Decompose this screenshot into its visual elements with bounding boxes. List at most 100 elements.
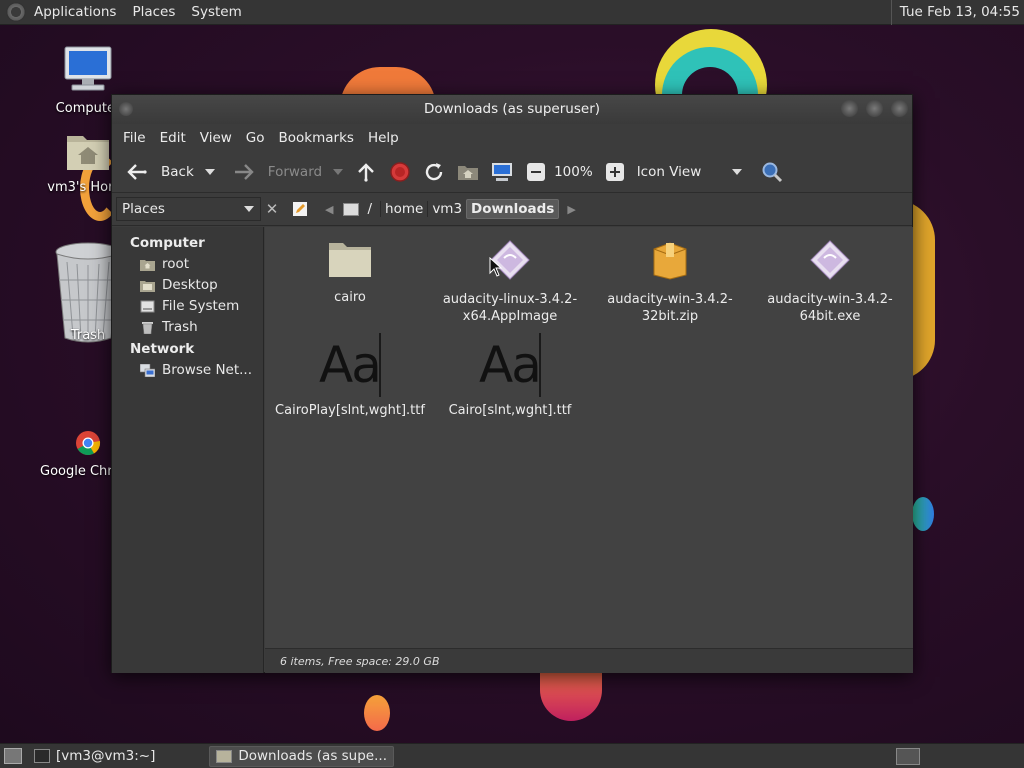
file-icon-view[interactable]: cairo audacity-linux-3.4.2-x64.AppImage … [265,227,913,648]
view-mode-label: Icon View [636,164,702,180]
file-name: cairo [334,290,366,305]
home-folder-icon [67,136,109,170]
up-button[interactable] [349,157,383,187]
sidebar-item-browse-network[interactable]: Browse Net... [112,360,263,381]
sidebar-item-root[interactable]: root [112,254,263,275]
breadcrumb-left-arrow[interactable]: ◀ [325,203,333,216]
home-button[interactable] [451,157,485,187]
forward-button[interactable]: Forward [227,157,327,187]
file-manager-window: Downloads (as superuser) File Edit View … [111,94,913,673]
home-folder-icon [458,166,479,180]
chrome-icon [76,431,101,456]
minimize-button[interactable] [841,100,858,117]
back-button[interactable]: Back [120,157,199,187]
menubar: File Edit View Go Bookmarks Help [112,124,912,152]
menu-view[interactable]: View [193,130,239,146]
maximize-button[interactable] [866,100,883,117]
forward-history-dropdown[interactable] [333,169,344,175]
clock[interactable]: Tue Feb 13, 04:55 [890,0,1020,25]
breadcrumb-vm3[interactable]: vm3 [427,201,466,217]
menu-edit[interactable]: Edit [153,130,193,146]
file-item-font[interactable]: Aa Cairo[slnt,wght].ttf [435,333,585,419]
search-icon [762,162,782,183]
show-desktop-icon[interactable] [4,748,22,764]
file-name: audacity-linux-3.4.2-x64.AppImage [442,292,578,324]
zoom-out-icon [527,163,546,181]
decor-shape [912,497,934,531]
zoom-in-icon [605,163,624,181]
zoom-level: 100% [554,164,593,180]
menu-applications[interactable]: Applications [26,0,124,25]
computer-icon [492,163,513,181]
computer-button[interactable] [485,157,519,187]
chevron-down-icon [731,169,742,175]
network-icon [140,363,155,377]
menu-places[interactable]: Places [124,0,183,25]
folder-icon [216,749,233,763]
computer-icon [64,46,112,91]
reload-button[interactable] [417,157,451,187]
sidebar-item-label: Desktop [162,277,218,293]
file-name: CairoPlay[slnt,wght].ttf [275,403,425,418]
menu-help[interactable]: Help [361,130,406,146]
edit-location-icon[interactable] [289,198,311,220]
taskbar-item-terminal[interactable]: [vm3@vm3:~] [28,746,161,767]
sidebar-item-label: Trash [162,319,198,335]
sidebar-mode-combo[interactable]: Places [116,197,261,221]
back-history-dropdown[interactable] [204,169,215,175]
mouse-cursor-icon [489,257,503,277]
zoom-in-button[interactable] [598,157,632,187]
sidebar-section-computer: Computer [130,235,205,251]
breadcrumb-downloads[interactable]: Downloads [466,199,560,219]
breadcrumb-home[interactable]: home [380,201,427,217]
sidebar-item-trash[interactable]: Trash [112,317,263,338]
up-arrow-icon [358,163,374,182]
file-name: audacity-win-3.4.2-32bit.zip [607,292,733,324]
sidebar-item-label: File System [162,298,240,314]
file-item-exe[interactable]: audacity-win-3.4.2-64bit.exe [755,239,905,325]
file-item-appimage[interactable]: audacity-linux-3.4.2-x64.AppImage [435,239,585,325]
taskbar-item-label: [vm3@vm3:~] [56,748,156,764]
toolbar: Back Forward 100% Icon View [112,152,912,193]
forward-label: Forward [267,164,323,180]
back-label: Back [161,164,194,180]
forward-arrow-icon [234,164,254,180]
sidebar-item-filesystem[interactable]: File System [112,296,263,317]
file-name: Cairo[slnt,wght].ttf [448,403,572,418]
taskbar-item-file-manager[interactable]: Downloads (as supe... [209,745,394,767]
decor-shape [364,695,390,731]
home-icon [140,259,155,271]
font-preview-icon: Aa [479,333,542,397]
file-name: audacity-win-3.4.2-64bit.exe [767,292,893,324]
sidebar-item-desktop[interactable]: Desktop [112,275,263,296]
file-item-zip[interactable]: audacity-win-3.4.2-32bit.zip [595,239,745,325]
font-preview-icon: Aa [319,333,382,397]
search-button[interactable] [755,157,789,187]
menu-file[interactable]: File [116,130,153,146]
reload-icon [425,163,443,181]
menu-system[interactable]: System [183,0,249,25]
package-icon [653,242,687,280]
decor-shape [540,673,602,721]
back-arrow-icon [127,164,147,180]
stop-button[interactable] [383,157,417,187]
window-title: Downloads (as superuser) [423,101,601,117]
workspace-switcher[interactable] [896,748,920,765]
breadcrumb-right-arrow[interactable]: ▶ [567,203,575,216]
executable-icon [810,240,850,280]
menu-bookmarks[interactable]: Bookmarks [272,130,361,146]
view-mode-combo[interactable]: Icon View [632,157,747,187]
trash-icon [142,321,153,334]
menu-go[interactable]: Go [239,130,272,146]
breadcrumb-root[interactable]: / [363,201,376,217]
close-button[interactable] [891,100,908,117]
folder-icon [329,243,371,277]
file-item-folder[interactable]: cairo [275,239,425,306]
close-sidebar-icon[interactable]: ✕ [261,200,283,218]
zoom-out-button[interactable]: 100% [519,157,598,187]
window-titlebar[interactable]: Downloads (as superuser) [112,95,912,124]
window-menu-icon[interactable] [119,102,133,116]
distro-logo-icon[interactable] [6,2,26,22]
desktop-icon [140,280,155,292]
file-item-font[interactable]: Aa CairoPlay[slnt,wght].ttf [275,333,425,419]
